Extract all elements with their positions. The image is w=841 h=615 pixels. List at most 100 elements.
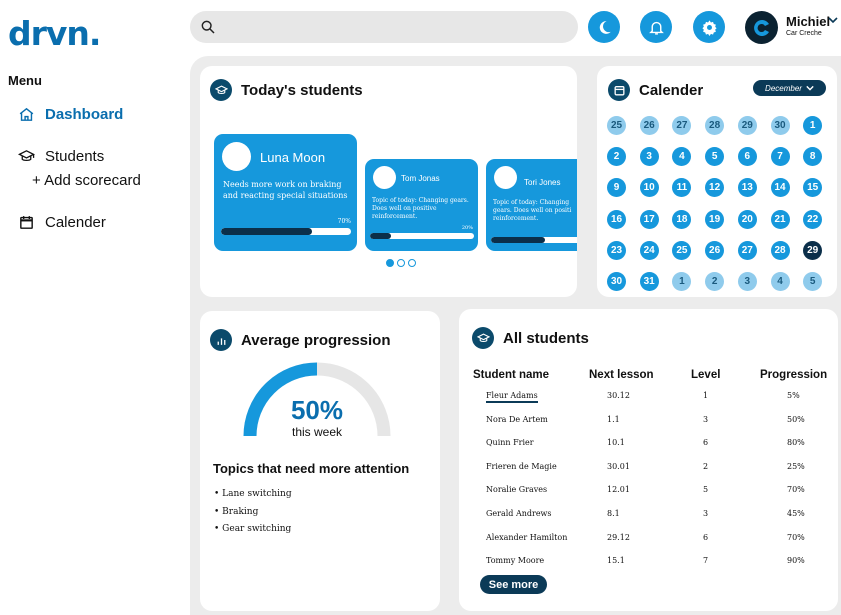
column-header-name[interactable]: Student name (473, 369, 549, 381)
calendar-day[interactable]: 24 (639, 240, 659, 260)
calendar-day[interactable]: 2 (705, 272, 725, 291)
calendar-day[interactable]: 26 (639, 116, 659, 135)
carousel-dot-2[interactable] (397, 259, 405, 267)
student-note: Topic of today: Changing gears. Does wel… (372, 197, 469, 221)
level-cell: 7 (703, 556, 709, 566)
next-lesson-cell: 1.1 (607, 414, 620, 424)
settings-button[interactable] (693, 11, 725, 43)
calendar-day[interactable]: 30 (607, 272, 626, 291)
home-icon (19, 107, 34, 121)
student-name-cell[interactable]: Noralie Graves (486, 485, 547, 494)
calendar-day[interactable]: 30 (770, 116, 790, 135)
avatar (222, 142, 251, 171)
calendar-day[interactable]: 6 (737, 147, 757, 167)
sidebar-item-students[interactable]: Students (18, 148, 104, 165)
progress-label: 70% (337, 218, 351, 225)
sidebar-item-add-scorecard[interactable]: + Add scorecard (32, 172, 141, 189)
gear-icon (701, 19, 717, 36)
sidebar-item-label: Dashboard (45, 106, 124, 123)
calendar-day[interactable]: 3 (737, 272, 757, 291)
progress-fill (221, 228, 312, 235)
student-card-tori-jones[interactable]: Tori Jones Topic of today: Changing gears… (486, 159, 577, 251)
sidebar-item-label: Calender (45, 214, 106, 231)
avatar[interactable] (745, 11, 778, 44)
next-lesson-cell: 30.12 (607, 391, 630, 400)
calendar-icon (20, 216, 33, 229)
carousel-dot-3[interactable] (408, 259, 416, 267)
progression-cell: 50% (787, 414, 805, 424)
student-card-tom-jonas[interactable]: Tom Jonas Topic of today: Changing gears… (365, 159, 478, 251)
search-bar[interactable] (190, 11, 578, 43)
calendar-day[interactable]: 22 (803, 209, 823, 229)
card-title: Average progression (241, 331, 391, 349)
calendar-day[interactable]: 29 (737, 116, 757, 135)
month-select[interactable]: December (753, 80, 826, 96)
calendar-day[interactable]: 29 (803, 240, 823, 260)
student-card-luna-moon[interactable]: Luna Moon Needs more work on braking and… (214, 134, 357, 251)
student-name-cell[interactable]: Quinn Frier (486, 438, 534, 447)
search-input[interactable] (222, 18, 556, 36)
student-name-cell[interactable]: Tommy Moore (486, 556, 544, 565)
progress-bar (221, 228, 351, 235)
topic-item: • Gear switching (214, 524, 292, 534)
calendar-day[interactable]: 4 (770, 272, 790, 291)
topic-item: • Braking (214, 506, 259, 517)
level-cell: 5 (703, 485, 709, 495)
calendar-day[interactable]: 27 (737, 240, 757, 260)
calendar-day[interactable]: 3 (639, 147, 659, 167)
calendar-day[interactable]: 16 (607, 209, 626, 229)
carousel-dot-1[interactable] (386, 259, 394, 267)
column-header-next-lesson[interactable]: Next lesson (589, 369, 654, 381)
next-lesson-cell: 10.1 (607, 438, 625, 448)
calendar-icon (608, 79, 630, 101)
calendar-day[interactable]: 20 (737, 209, 757, 229)
next-lesson-cell: 12.01 (607, 485, 630, 495)
sidebar-item-dashboard[interactable]: Dashboard (18, 106, 123, 123)
calendar-day[interactable]: 31 (639, 272, 659, 291)
brand-logo: drvn. (8, 14, 101, 53)
calendar-day[interactable]: 21 (770, 209, 790, 229)
calendar-day[interactable]: 28 (770, 240, 790, 260)
student-name-cell[interactable]: Gerald Andrews (486, 509, 552, 518)
student-name-cell[interactable]: Frieren de Magie (486, 462, 557, 471)
dark-mode-button[interactable] (588, 11, 620, 43)
student-name-cell[interactable]: Nora De Artem (486, 415, 548, 424)
see-more-button[interactable]: See more (480, 575, 547, 594)
todays-students-header: Today's students (210, 79, 363, 101)
user-org: Car Creche (786, 30, 822, 37)
sidebar-item-calender[interactable]: Calender (18, 214, 106, 231)
student-note: Topic of today: Changing gears. Does well… (493, 199, 572, 223)
calendar-day[interactable]: 14 (770, 178, 790, 198)
progress-bar (370, 233, 474, 239)
level-cell: 3 (703, 509, 709, 518)
student-name-cell[interactable]: Fleur Adams (486, 391, 538, 403)
calendar-day[interactable]: 28 (705, 116, 725, 135)
progression-cell: 25% (787, 461, 805, 471)
calendar-day[interactable]: 18 (672, 209, 692, 229)
progression-cell: 90% (787, 556, 805, 566)
progression-cell: 5% (787, 391, 800, 400)
level-cell: 6 (703, 438, 709, 448)
calendar-day[interactable]: 25 (607, 116, 626, 135)
calendar-day[interactable]: 23 (607, 240, 626, 260)
student-name-cell[interactable]: Alexander Hamilton (486, 533, 567, 542)
notifications-button[interactable] (640, 11, 672, 43)
company-logo-icon (753, 19, 769, 36)
chevron-down-icon[interactable] (828, 15, 838, 25)
calendar-day[interactable]: 10 (639, 178, 659, 198)
calendar-day[interactable]: 17 (639, 209, 659, 229)
all-students-card (459, 309, 838, 611)
avatar (494, 166, 517, 189)
graduation-cap-icon (472, 327, 494, 349)
bar-chart-icon (210, 329, 232, 351)
column-header-progression[interactable]: Progression (760, 369, 827, 381)
calendar-header: Calender (608, 79, 703, 101)
all-students-header: All students (472, 327, 589, 349)
topics-title: Topics that need more attention (213, 461, 410, 476)
column-header-level[interactable]: Level (691, 369, 720, 381)
calendar-day[interactable]: 26 (705, 240, 725, 260)
graduation-cap-icon (210, 79, 232, 101)
calendar-day[interactable]: 7 (770, 147, 790, 167)
student-note: Needs more work on braking and reacting … (223, 180, 348, 200)
calendar-day[interactable]: 19 (705, 209, 725, 229)
